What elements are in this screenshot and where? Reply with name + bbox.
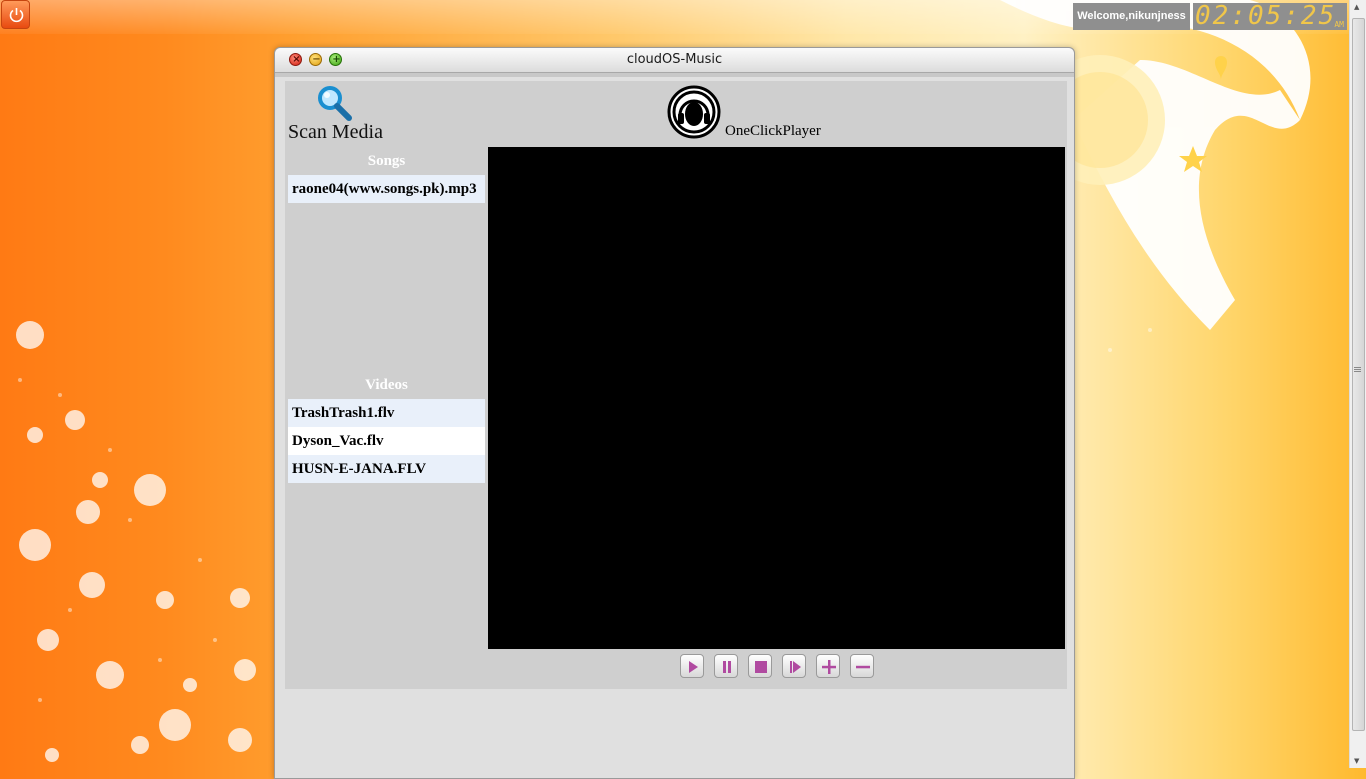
next-button[interactable] — [782, 654, 806, 678]
pause-button[interactable] — [714, 654, 738, 678]
video-player-area[interactable] — [488, 147, 1065, 649]
stop-button[interactable] — [748, 654, 772, 678]
video-item[interactable]: HUSN-E-JANA.FLV — [288, 455, 485, 483]
next-icon — [790, 661, 801, 673]
page-scrollbar[interactable]: ▲ ▼ — [1349, 0, 1366, 768]
power-icon — [9, 8, 24, 23]
titlebar-divider — [275, 73, 1074, 77]
scroll-down-icon[interactable]: ▼ — [1354, 757, 1359, 765]
welcome-label: Welcome,nikunjness — [1073, 3, 1190, 30]
desktop-top-bar: Welcome,nikunjness 02:05:25 AM — [0, 0, 1350, 34]
scrollbar-grip — [1354, 367, 1361, 368]
songs-heading: Songs — [367, 153, 406, 169]
scan-media-button[interactable]: Scan Media — [288, 84, 398, 143]
clock-time: 02:05:25 — [1195, 1, 1337, 31]
video-item[interactable]: TrashTrash1.flv — [288, 399, 485, 427]
video-item[interactable]: Dyson_Vac.flv — [288, 427, 485, 455]
plus-icon — [822, 660, 836, 674]
power-button[interactable] — [1, 0, 30, 29]
volume-down-button[interactable] — [850, 654, 874, 678]
window-titlebar[interactable]: × − + cloudOS-Music — [275, 48, 1074, 73]
play-icon — [689, 661, 698, 673]
scroll-up-icon[interactable]: ▲ — [1354, 3, 1359, 11]
minus-icon — [856, 665, 870, 669]
app-content: Scan Media Songs raone04(www.songs.pk).m… — [285, 81, 1067, 689]
player-name: OneClickPlayer — [725, 123, 821, 139]
headphones-logo-icon — [667, 85, 721, 139]
scrollbar-thumb[interactable] — [1352, 18, 1365, 731]
song-item[interactable]: raone04(www.songs.pk).mp3 — [288, 175, 485, 203]
music-app-window: × − + cloudOS-Music Scan Media Songs rao… — [274, 47, 1075, 779]
clock-ampm: AM — [1334, 20, 1344, 29]
window-title: cloudOS-Music — [626, 52, 723, 67]
volume-up-button[interactable] — [816, 654, 840, 678]
magnifier-icon — [318, 86, 352, 121]
digital-clock: 02:05:25 AM — [1193, 1, 1347, 31]
stop-icon — [755, 661, 767, 673]
videos-heading: Videos — [365, 377, 408, 393]
pause-icon — [723, 661, 731, 673]
scan-media-label: Scan Media — [288, 121, 383, 143]
play-button[interactable] — [680, 654, 704, 678]
